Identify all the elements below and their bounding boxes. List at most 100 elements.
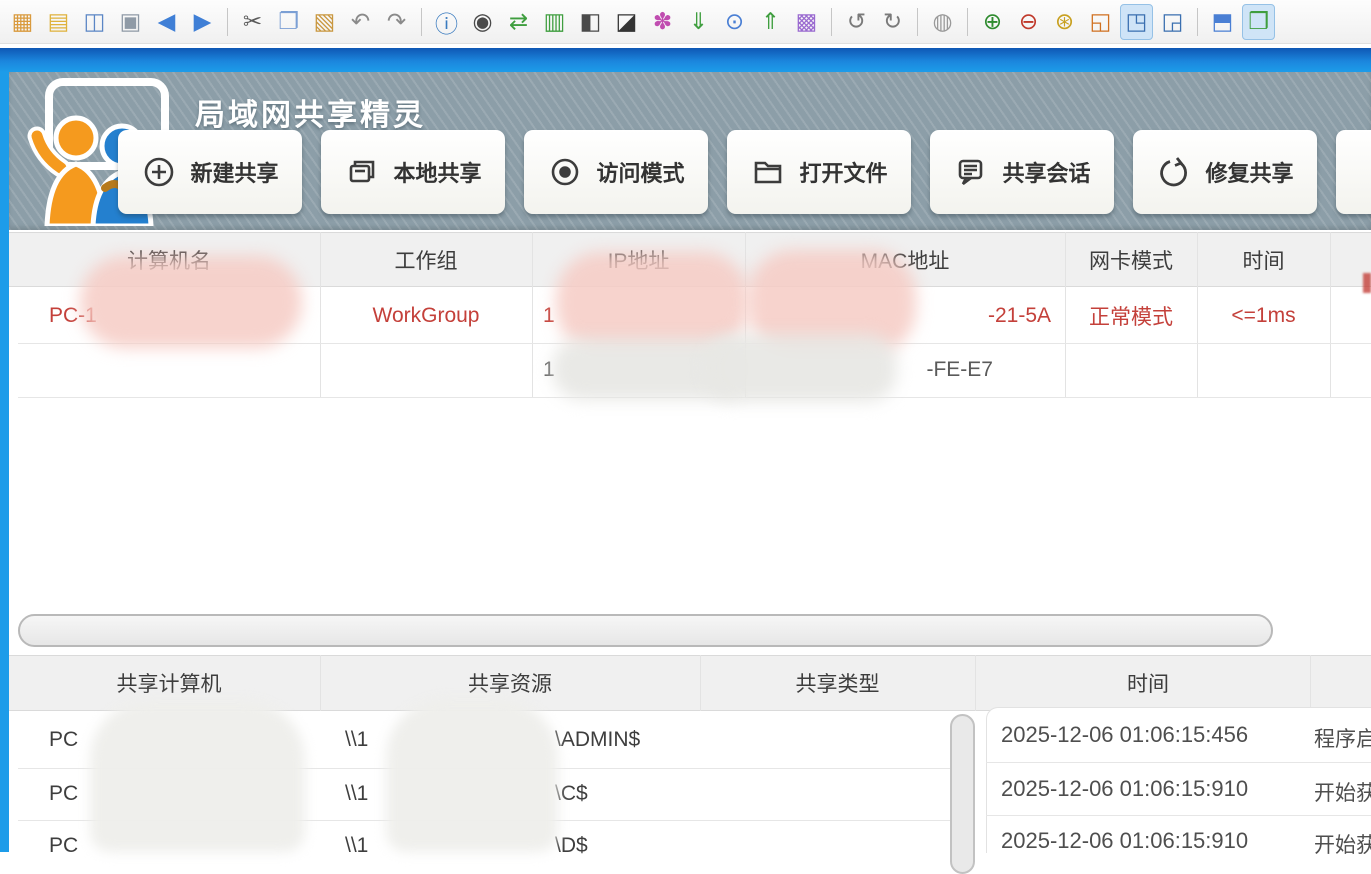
log-timestamp: 2025-12-06 01:06:15:910 — [1001, 776, 1248, 802]
device-workgroup: WorkGroup — [320, 289, 532, 343]
button-label: 修复共享 — [1205, 156, 1293, 188]
clipped-red-text-fragment — [1363, 273, 1371, 293]
refresh-icon — [1156, 154, 1192, 190]
share-path-prefix: \\1 — [345, 820, 368, 872]
col-workgroup[interactable]: 工作组 — [320, 233, 532, 286]
toolbar-separator — [227, 8, 228, 36]
col-share-type[interactable]: 共享类型 — [700, 656, 975, 710]
page-title: 局域网共享精灵 — [195, 90, 426, 134]
new-share-button[interactable]: 新建共享 — [118, 130, 302, 214]
forward-icon[interactable]: ▶ — [186, 4, 219, 40]
stack-icon — [344, 154, 380, 190]
viewer-toolbar: ▦▤◫▣◀▶ ✂❐▧↶↷ ⓘ◉⇄▥◧◪✽⇓⊙⇑▩ ↺↻ ◍ ⊕⊖⊛◱◳◲ ⬒❒ — [0, 0, 1371, 44]
share-computer: PC — [49, 820, 78, 872]
button-label: 打开文件 — [799, 156, 887, 188]
import-icon[interactable]: ⇑ — [754, 4, 787, 40]
log-message: 开始获 — [1314, 777, 1371, 807]
rotate-right-icon[interactable]: ↻ — [876, 4, 909, 40]
convert-icon[interactable]: ⇄ — [502, 4, 535, 40]
share-path-prefix: \\1 — [345, 768, 368, 820]
access-mode-button[interactable]: 访问模式 — [524, 130, 708, 214]
app-header: 局域网共享精灵 新建共享 本地共享 访问模式 打开文件 共享会话 修复共享 — [9, 72, 1371, 230]
button-label: 本地共享 — [393, 156, 481, 188]
exif-icon[interactable]: ◉ — [466, 4, 499, 40]
col-time[interactable]: 时间 — [1197, 233, 1330, 286]
open-file-button[interactable]: 打开文件 — [727, 130, 911, 214]
info-icon[interactable]: ⓘ — [430, 4, 463, 40]
zoom-custom-icon[interactable]: ⊛ — [1048, 4, 1081, 40]
col-share-resource[interactable]: 共享资源 — [320, 656, 700, 710]
col-log-time[interactable]: 时间 — [986, 656, 1310, 710]
device-computer: PC-1 — [49, 289, 97, 343]
column-divider — [1330, 232, 1331, 397]
row-divider — [18, 768, 950, 769]
adjust-icon[interactable]: ◪ — [610, 4, 643, 40]
log-timestamp: 2025-12-06 01:06:15:456 — [1001, 722, 1248, 748]
zoom-in-icon[interactable]: ⊕ — [976, 4, 1009, 40]
horizontal-scrollbar[interactable] — [18, 614, 1273, 647]
column-divider — [700, 655, 701, 711]
save-icon[interactable]: ◫ — [78, 4, 111, 40]
swatches-icon[interactable]: ▩ — [790, 4, 823, 40]
device-table-header: 计算机名 工作组 IP地址 MAC地址 网卡模式 时间 — [9, 232, 1371, 287]
column-divider — [975, 655, 976, 711]
log-message: 程序启 — [1314, 723, 1371, 753]
eye-icon — [547, 154, 583, 190]
share-session-button[interactable]: 共享会话 — [930, 130, 1114, 214]
row-divider — [986, 815, 1371, 816]
mouse-tool-icon[interactable]: ◍ — [926, 4, 959, 40]
fit-window-icon[interactable]: ◳ — [1120, 4, 1153, 40]
main-content: 计算机名 工作组 IP地址 MAC地址 网卡模式 时间 PC-1 WorkGro… — [9, 230, 1371, 852]
toolbar-separator — [831, 8, 832, 36]
repair-share-button[interactable]: 修复共享 — [1133, 130, 1317, 214]
redo-icon[interactable]: ↷ — [380, 4, 413, 40]
folder-icon — [750, 154, 786, 190]
col-nic-mode[interactable]: 网卡模式 — [1065, 233, 1197, 286]
export-icon[interactable]: ⇓ — [682, 4, 715, 40]
column-divider — [532, 232, 533, 397]
palette-icon[interactable]: ✽ — [646, 4, 679, 40]
preview-icon[interactable]: ⊙ — [718, 4, 751, 40]
button-label: 新建共享 — [190, 156, 278, 188]
share-computer: PC — [49, 768, 78, 820]
toolbar-separator — [917, 8, 918, 36]
printer-share-button[interactable] — [1336, 130, 1371, 214]
local-share-button[interactable]: 本地共享 — [321, 130, 505, 214]
paste-icon[interactable]: ▧ — [308, 4, 341, 40]
rotate-left-icon[interactable]: ↺ — [840, 4, 873, 40]
col-ip[interactable]: IP地址 — [532, 233, 745, 286]
slideshow-icon[interactable]: ❒ — [1242, 4, 1275, 40]
button-label: 共享会话 — [1002, 156, 1090, 188]
col-mac[interactable]: MAC地址 — [745, 233, 1065, 286]
app-titlebar[interactable] — [0, 48, 1371, 72]
shrink-fit-icon[interactable]: ◱ — [1084, 4, 1117, 40]
open-folder-icon[interactable]: ▤ — [42, 4, 75, 40]
log-message: 开始获 — [1314, 829, 1371, 859]
share-path-suffix: \C$ — [555, 768, 588, 820]
button-label: 访问模式 — [596, 156, 684, 188]
vertical-scrollbar[interactable] — [950, 714, 975, 874]
cut-icon[interactable]: ✂ — [236, 4, 269, 40]
log-timestamp: 2025-12-06 01:06:15:910 — [1001, 828, 1248, 854]
grayscale-icon[interactable]: ◧ — [574, 4, 607, 40]
col-share-computer[interactable]: 共享计算机 — [18, 656, 320, 710]
chat-icon — [953, 154, 989, 190]
row-divider — [18, 820, 950, 821]
zoom-out-icon[interactable]: ⊖ — [1012, 4, 1045, 40]
col-computer-name[interactable]: 计算机名 — [18, 233, 320, 286]
share-computer: PC — [49, 711, 78, 768]
print-icon[interactable]: ▣ — [114, 4, 147, 40]
fullscreen-icon[interactable]: ⬒ — [1206, 4, 1239, 40]
app-window-border — [0, 72, 9, 852]
acquire-icon[interactable]: ▥ — [538, 4, 571, 40]
browser-icon[interactable]: ▦ — [6, 4, 39, 40]
share-table-header: 共享计算机 共享资源 共享类型 时间 — [9, 655, 1371, 711]
toolbar-separator — [967, 8, 968, 36]
back-icon[interactable]: ◀ — [150, 4, 183, 40]
undo-icon[interactable]: ↶ — [344, 4, 377, 40]
device-ping-time: <=1ms — [1197, 289, 1330, 343]
device-mac: -FE-E7 — [745, 343, 993, 397]
share-path-suffix: \D$ — [555, 820, 588, 872]
copy-icon[interactable]: ❐ — [272, 4, 305, 40]
original-size-icon[interactable]: ◲ — [1156, 4, 1189, 40]
